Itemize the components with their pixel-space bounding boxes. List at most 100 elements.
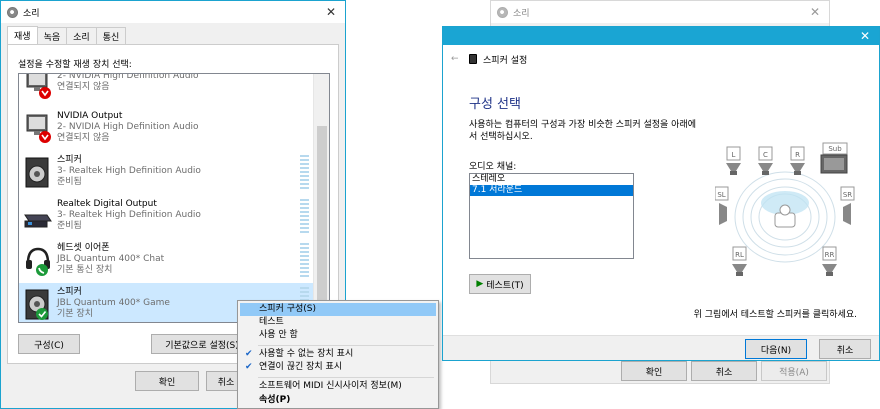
sound-title: 소리 [23,8,40,19]
device-status: 준비됨 [57,177,82,187]
menu-item-label: 소프트웨어 MIDI 신시사이저 정보(M) [259,381,402,391]
device-status: 기본 통신 장치 [57,265,113,275]
speaker-center[interactable]: C [758,146,773,175]
menu-item-label: 연결이 끊긴 장치 표시 [259,362,343,372]
monitor-icon [26,74,51,99]
menu-item-midi-info[interactable]: 소프트웨어 MIDI 신시사이저 정보(M) [240,380,436,393]
menu-item-label: 테스트 [259,317,284,327]
speaker-app-icon [7,6,18,18]
device-subtitle: JBL Quantum 400* Game [57,298,170,308]
device-row-realtek-digital[interactable]: Realtek Digital Output 3- Realtek High D… [19,195,315,239]
menu-item-label: 사용할 수 없는 장치 표시 [259,349,354,359]
setup-heading: 구성 선택 [469,97,521,112]
next-button[interactable]: 다음(N) [745,339,807,359]
menu-item-show-disconnected[interactable]: ✔ 연결이 끊긴 장치 표시 [240,361,436,374]
menu-item-test[interactable]: 테스트 [240,316,436,329]
menu-item-speaker-setup[interactable]: 스피커 구성(S) [240,303,436,316]
headset-icon [26,247,50,276]
sound-titlebar: 소리 ✕ [1,1,345,23]
device-subtitle: 3- Realtek High Definition Audio [57,166,201,176]
menu-item-label: 사용 안 함 [259,330,298,340]
close-icon[interactable]: ✕ [317,5,345,19]
volume-meter [300,199,309,235]
check-icon: ✔ [245,349,253,359]
speaker-label-rr: RR [825,251,835,259]
device-list-scrollbar[interactable] [313,74,329,322]
close-icon[interactable]: ✕ [851,29,879,43]
device-list[interactable]: 2- NVIDIA High Definition Audio 연결되지 않음 … [18,73,330,323]
speaker-setup-dialog: ✕ ← 스피커 설정 구성 선택 사용하는 컴퓨터의 구성과 가장 비슷한 스피… [442,26,880,361]
speaker-diagram: L C R Sub SL SR RL RR [715,142,855,276]
background-title: 소리 [513,8,530,19]
device-name: NVIDIA Output [57,111,123,121]
menu-item-label: 속성(P) [259,395,291,405]
speaker-small-icon [469,54,477,64]
play-icon: ▶ [476,279,484,289]
speaker-front-left[interactable]: L [726,146,741,175]
speaker-label-r: R [795,151,800,159]
back-arrow-icon[interactable]: ← [451,54,459,64]
speaker-subwoofer[interactable]: Sub [820,142,848,174]
speaker-label-sr: SR [843,191,852,199]
setup-footer: 다음(N) 취소 [443,335,879,360]
close-icon[interactable]: ✕ [801,5,829,19]
device-row-nvidia-hdmi[interactable]: 2- NVIDIA High Definition Audio 연결되지 않음 [19,74,315,107]
device-row-realtek-speaker[interactable]: 스피커 3- Realtek High Definition Audio 준비됨 [19,151,315,195]
speaker-icon [25,157,49,188]
setup-cancel-button[interactable]: 취소 [819,339,871,359]
speaker-rear-right[interactable]: RR [822,246,837,276]
device-name: 헤드셋 이어폰 [57,243,110,253]
channel-label: 오디오 채널: [469,162,517,172]
speaker-rear-left[interactable]: RL [732,246,747,276]
speaker-label-sub: Sub [828,145,842,153]
check-icon: ✔ [245,362,253,372]
ok-button[interactable]: 확인 [135,371,199,391]
device-status: 연결되지 않음 [57,133,110,143]
background-cancel-button[interactable]: 취소 [691,361,757,381]
menu-item-show-disabled[interactable]: ✔ 사용할 수 없는 장치 표시 [240,348,436,361]
channel-list[interactable]: 스테레오 7.1 서라운드 [469,173,634,259]
digital-output-icon [24,214,52,228]
test-button[interactable]: ▶ 테스트(T) [469,274,531,294]
device-status: 연결되지 않음 [57,82,110,92]
test-label: 테스트(T) [486,280,524,291]
device-subtitle: 2- NVIDIA High Definition Audio [57,122,199,132]
tab-playback[interactable]: 재생 [7,26,38,46]
context-menu: 스피커 구성(S) 테스트 사용 안 함 ✔ 사용할 수 없는 장치 표시 ✔ 연결… [237,300,439,409]
device-subtitle: 3- Realtek High Definition Audio [57,210,201,220]
speaker-label-sl: SL [717,191,725,199]
channel-option-stereo[interactable]: 스테레오 [470,174,633,185]
listening-field [734,171,836,263]
device-subtitle: JBL Quantum 400* Chat [57,254,165,264]
channel-option-7-1[interactable]: 7.1 서라운드 [470,185,633,196]
speaker-app-icon [497,6,508,18]
configure-button[interactable]: 구성(C) [18,334,80,354]
speaker-front-right[interactable]: R [790,146,805,175]
panel-label: 설정을 수정할 재생 장치 선택: [18,60,132,70]
monitor-icon [26,114,51,143]
speaker-side-left[interactable]: SL [715,186,729,225]
background-ok-button[interactable]: 확인 [621,361,687,381]
setup-description: 사용하는 컴퓨터의 구성과 가장 비슷한 스피커 설정을 아래에서 선택하십시오… [469,120,697,142]
device-name: 스피커 [57,155,82,165]
device-row-nvidia-output[interactable]: NVIDIA Output 2- NVIDIA High Definition … [19,107,315,151]
menu-item-properties[interactable]: 속성(P) [240,394,436,407]
device-row-headset[interactable]: 헤드셋 이어폰 JBL Quantum 400* Chat 기본 통신 장치 [19,239,315,283]
speaker-label-rl: RL [735,251,744,259]
scrollbar-thumb[interactable] [317,126,327,316]
device-status: 기본 장치 [57,309,93,319]
device-name: Realtek Digital Output [57,199,157,209]
menu-separator [258,377,434,378]
setup-header: ← 스피커 설정 [443,45,879,73]
menu-item-disable[interactable]: 사용 안 함 [240,329,436,342]
menu-separator [258,345,434,346]
setup-titlebar: ✕ [443,27,879,45]
device-name: 스피커 [57,287,82,297]
background-titlebar: 소리 ✕ [491,1,829,23]
test-hint: 위 그림에서 테스트할 스피커를 클릭하세요. [693,310,857,320]
background-apply-button: 적용(A) [761,361,827,381]
speaker-side-right[interactable]: SR [840,186,855,225]
speaker-label-l: L [732,151,736,159]
device-status: 준비됨 [57,221,82,231]
volume-meter [300,243,309,279]
